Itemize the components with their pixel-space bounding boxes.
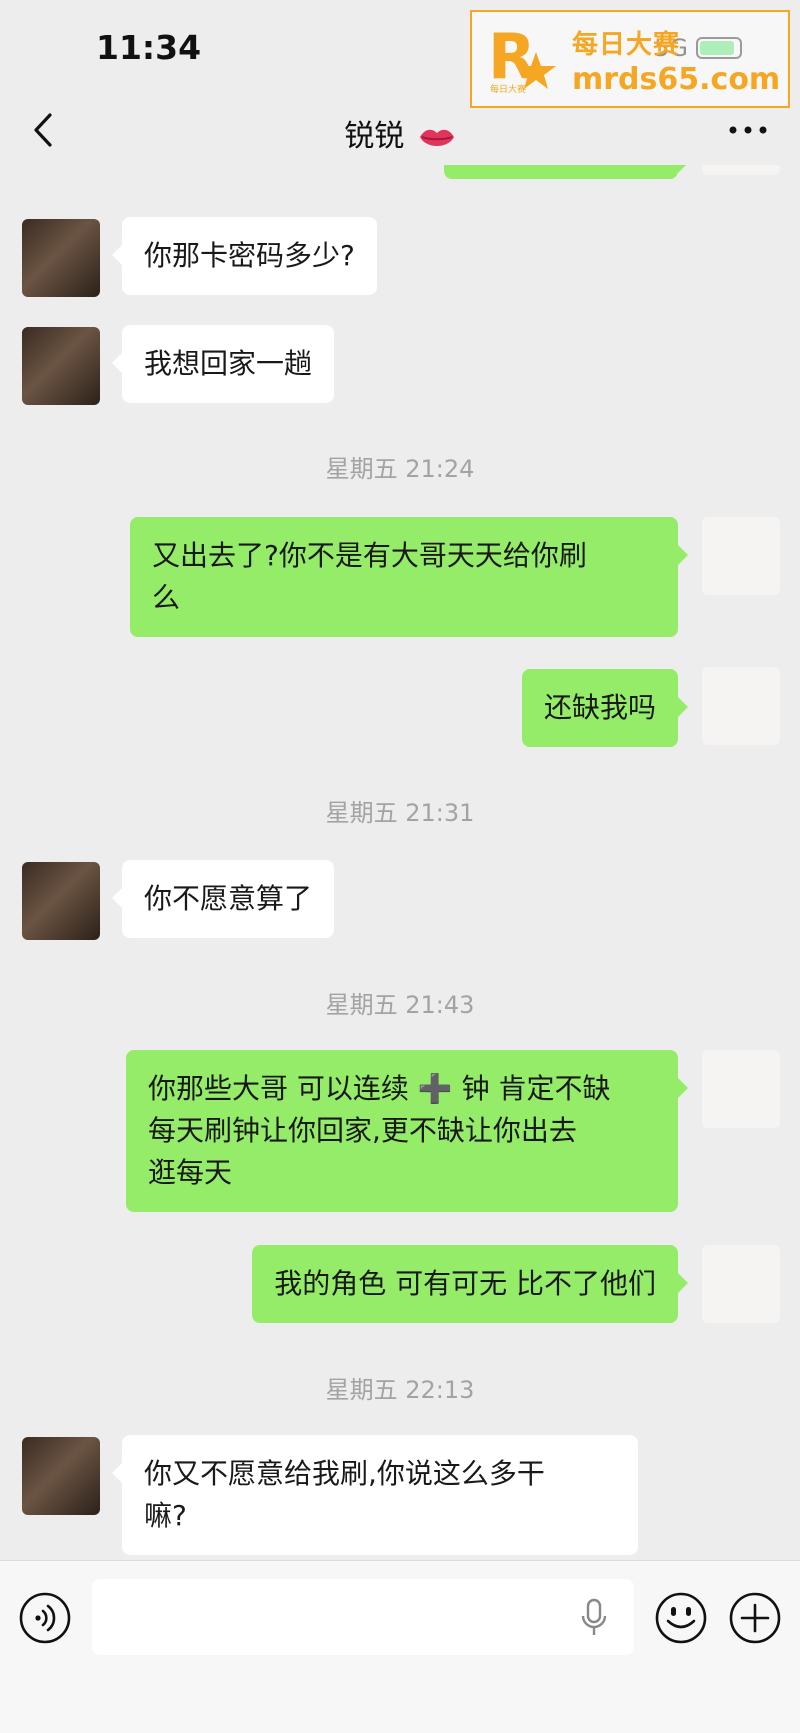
message-list[interactable]: 你那卡密码多少? 我想回家一趟 星期五 21:24 又出去了?你不是有大哥天天给…	[0, 165, 800, 1560]
avatar[interactable]	[22, 862, 100, 940]
message-bubble[interactable]: 你又不愿意给我刷,你说这么多干 嘛?	[112, 1435, 638, 1555]
chat-title: 锐锐	[0, 111, 800, 155]
voice-icon[interactable]	[18, 1591, 72, 1645]
message-bubble[interactable]: 又出去了?你不是有大哥天天给你刷 么	[130, 517, 688, 637]
watermark-title: 每日大赛	[572, 30, 681, 60]
avatar[interactable]	[702, 667, 780, 745]
avatar[interactable]	[22, 327, 100, 405]
more-dots-icon[interactable]	[726, 117, 770, 143]
watermark-logo-sub: 每日大赛	[490, 85, 527, 95]
input-bar	[0, 1560, 800, 1733]
message-bubble[interactable]: 你那些大哥 可以连续 ➕ 钟 肯定不缺 每天刷钟让你回家,更不缺让你出去 逛每天	[126, 1050, 688, 1212]
avatar[interactable]	[22, 1437, 100, 1515]
emoji-icon[interactable]	[654, 1591, 708, 1645]
timestamp: 星期五 22:13	[325, 1376, 475, 1404]
message-input[interactable]	[92, 1579, 634, 1655]
timestamp: 星期五 21:43	[325, 991, 475, 1019]
plus-icon[interactable]	[728, 1591, 782, 1645]
message-bubble[interactable]: 我想回家一趟	[111, 325, 335, 403]
message-bubble[interactable]: 你那卡密码多少?	[112, 217, 377, 295]
timestamp: 星期五 21:24	[325, 455, 475, 483]
message-bubble[interactable]: 我的角色 可有可无 比不了他们	[252, 1245, 688, 1323]
avatar[interactable]	[702, 1245, 780, 1323]
message-bubble-partial	[444, 165, 688, 179]
avatar[interactable]	[702, 1050, 780, 1128]
avatar[interactable]	[702, 517, 780, 595]
avatar[interactable]	[22, 219, 100, 297]
message-bubble[interactable]: 还缺我吗	[521, 669, 689, 747]
lips-icon	[419, 129, 454, 146]
nav-bar: 锐锐	[0, 95, 800, 165]
watermark: R 每日大赛 每日大赛 mrds65.com	[470, 10, 790, 108]
chat-title-text: 锐锐	[344, 119, 405, 154]
status-time: 11:34	[96, 28, 202, 67]
message-bubble[interactable]: 你不愿意算了	[111, 860, 335, 938]
avatar[interactable]	[702, 165, 780, 175]
microphone-icon[interactable]	[578, 1597, 610, 1639]
timestamp: 星期五 21:31	[325, 799, 475, 827]
watermark-url: mrds65.com	[572, 62, 781, 97]
